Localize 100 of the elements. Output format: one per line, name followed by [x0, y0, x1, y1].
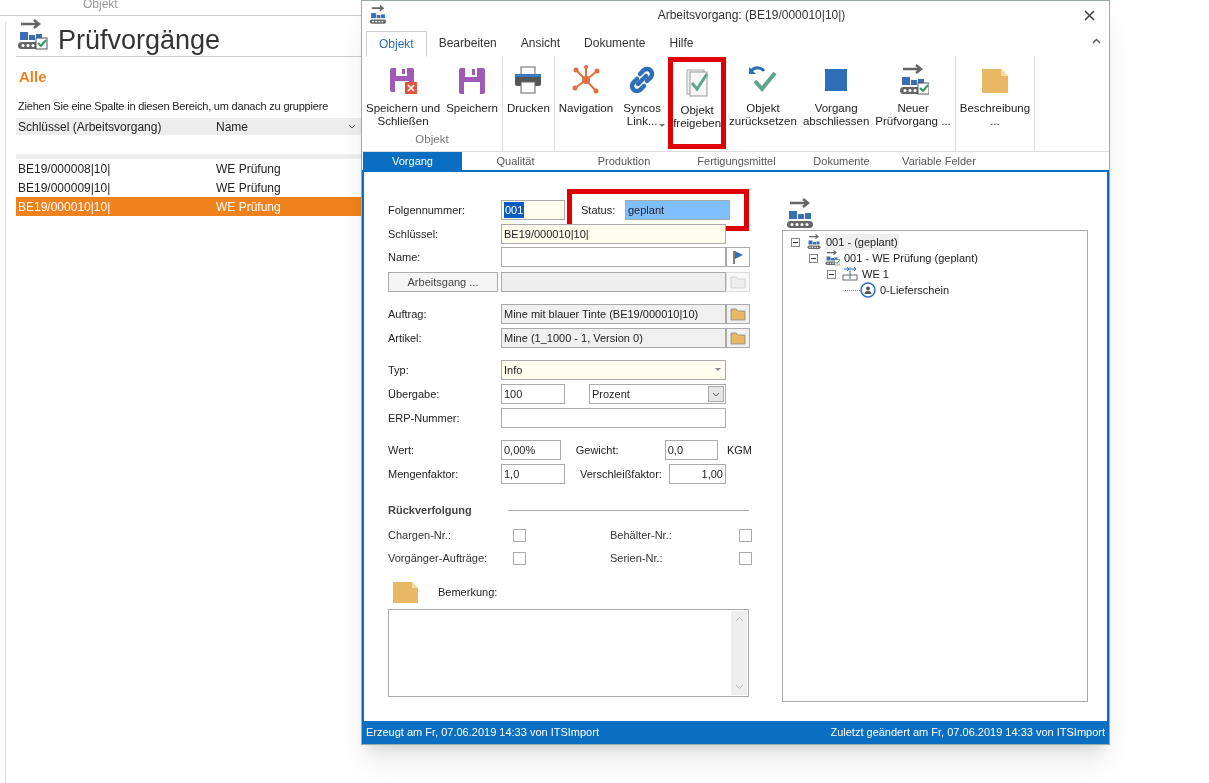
conveyor-icon [368, 5, 388, 25]
tree-item[interactable]: 001 - WE Prüfung (geplant) [843, 249, 979, 267]
ribbon-button[interactable]: Speichern und Schließen [363, 57, 444, 131]
ribbon-button[interactable]: Neuer Prüfvorgang ... [872, 57, 954, 131]
input-field[interactable]: BE19/000010|10| [501, 224, 726, 244]
minus-icon [811, 255, 816, 261]
table-cell-text: BE19/000009|10| [17, 179, 112, 197]
chevron-down-icon [712, 391, 720, 397]
checkbox[interactable] [739, 528, 752, 542]
form-tab[interactable]: Variable Felder [889, 152, 989, 170]
field-label: Schlüssel: [388, 226, 440, 242]
input-field[interactable]: 0,00% [501, 440, 561, 460]
conveyor-icon [806, 234, 822, 250]
form-tab[interactable]: Vorgang [363, 152, 462, 170]
dropdown-field[interactable]: Info [501, 360, 726, 380]
input-field[interactable]: 0,0 [664, 440, 718, 460]
group-hint: Ziehen Sie eine Spalte in diesen Bereich, um danach zu gruppiere [18, 99, 329, 114]
folder-icon [730, 307, 746, 321]
input-field[interactable] [501, 408, 726, 428]
minus-icon [829, 271, 834, 277]
status-text: Erzeugt am Fr, 07.06.2019 14:33 von ITSImport [366, 725, 599, 741]
field-label: Wert: [388, 442, 416, 458]
checkbox[interactable] [739, 551, 752, 565]
expand-toggle[interactable] [827, 269, 836, 279]
conveyor-check-icon [897, 64, 930, 96]
conveyor-icon [784, 198, 816, 230]
table-cell-text: WE Prüfung [216, 160, 282, 178]
scroll-up-icon [735, 617, 743, 621]
ribbon-button[interactable]: Speichern [443, 57, 501, 118]
conveyor-check-icon [15, 19, 48, 52]
flag-button[interactable] [726, 247, 750, 267]
tree-item[interactable]: 001 - (geplant) [825, 233, 899, 251]
table-cell-text: WE Prüfung [216, 198, 282, 216]
section-title: Rückverfolgung [388, 502, 473, 518]
conveyor-check-icon [824, 250, 840, 266]
folder-button[interactable] [726, 328, 750, 348]
input-field[interactable]: geplant [625, 200, 730, 220]
folder-button[interactable] [726, 304, 750, 324]
unit-label: KGM [726, 442, 752, 458]
field-label: Mengenfaktor: [388, 466, 460, 482]
ribbon-button[interactable]: Vorgang abschliessen [799, 57, 873, 131]
input-field[interactable]: 1,00 [669, 464, 726, 484]
minus-icon [793, 239, 798, 245]
input-field[interactable] [501, 272, 726, 292]
note-icon [392, 582, 418, 603]
ribbon-tab[interactable]: Hilfe [657, 30, 706, 56]
column-header[interactable]: Name [216, 117, 348, 136]
field-label: Übergabe: [388, 386, 441, 402]
text-area[interactable] [388, 609, 749, 697]
input-field[interactable]: Mine mit blauer Tinte (BE19/000010|10) [501, 304, 726, 324]
expand-toggle[interactable] [791, 237, 800, 247]
expand-toggle[interactable] [809, 253, 818, 263]
scrollbar[interactable] [731, 611, 747, 695]
field-label: Gewicht: [575, 442, 620, 458]
checkbox[interactable] [513, 528, 526, 542]
collapse-ribbon-icon [1092, 38, 1101, 44]
folder-icon [730, 275, 746, 289]
form-tab[interactable]: Produktion [569, 152, 679, 170]
ribbon-button[interactable]: Objekt freigeben [668, 57, 727, 149]
field-label: Artikel: [388, 330, 423, 346]
input-field[interactable]: 001 [501, 200, 565, 220]
status-text: Zuletzt geändert am Fr, 07.06.2019 14:33 von ITSImport [830, 725, 1105, 741]
scroll-down-icon [735, 685, 743, 689]
operation-button[interactable]: Arbeitsgang ... [388, 272, 498, 292]
ribbon-button[interactable]: Syncos Link... [616, 57, 669, 131]
checkbox-label: Serien-Nr.: [610, 550, 663, 566]
input-field[interactable]: 100 [501, 384, 565, 404]
input-field[interactable]: Mine (1_1000 - 1, Version 0) [501, 328, 726, 348]
input-field[interactable]: 1,0 [501, 464, 565, 484]
ribbon-button[interactable]: Objekt zurücksetzen [726, 57, 800, 131]
chevron-down-icon [348, 123, 356, 130]
field-label: Typ: [388, 362, 410, 378]
window-title: Arbeitsvorgang: (BE19/000010|10|) [656, 7, 847, 24]
ribbon-button[interactable]: Beschreibung ... [956, 57, 1034, 131]
column-header[interactable]: Schlüssel (Arbeitsvorgang) [16, 117, 216, 136]
field-label: Bemerkung: [438, 585, 498, 601]
ribbon-tab[interactable]: Bearbeiten [426, 30, 509, 56]
input-field[interactable] [501, 247, 726, 267]
ribbon-tab[interactable]: Objekt [366, 31, 427, 57]
dropdown-field[interactable]: Prozent [589, 384, 726, 404]
field-label: Auftrag: [388, 306, 428, 322]
tree-item[interactable]: WE 1 [861, 265, 890, 283]
checkbox[interactable] [513, 551, 526, 565]
form-tab[interactable]: Dokumente [794, 152, 889, 170]
tree-item[interactable]: 0-Lieferschein [879, 281, 951, 299]
field-label: Status: [581, 202, 617, 218]
table-cell-text: BE19/000010|10| [17, 198, 112, 216]
step-icon [842, 266, 858, 282]
page-title: Prüfvorgänge [58, 24, 221, 57]
field-label: Folgennummer: [388, 202, 467, 218]
field-label: Name: [388, 249, 422, 265]
ribbon-tab[interactable]: Ansicht [508, 30, 573, 56]
person-circle-icon [860, 282, 876, 298]
field-label: ERP-Nummer: [388, 410, 461, 426]
form-tab[interactable]: Fertigungsmittel [679, 152, 794, 170]
table-cell-text: BE19/000008|10| [17, 160, 112, 178]
ribbon-button[interactable]: Drucken [503, 57, 553, 118]
form-tab[interactable]: Qualität [462, 152, 569, 170]
ribbon-tab[interactable]: Dokumente [572, 30, 658, 56]
ribbon-button[interactable]: Navigation [555, 57, 617, 118]
